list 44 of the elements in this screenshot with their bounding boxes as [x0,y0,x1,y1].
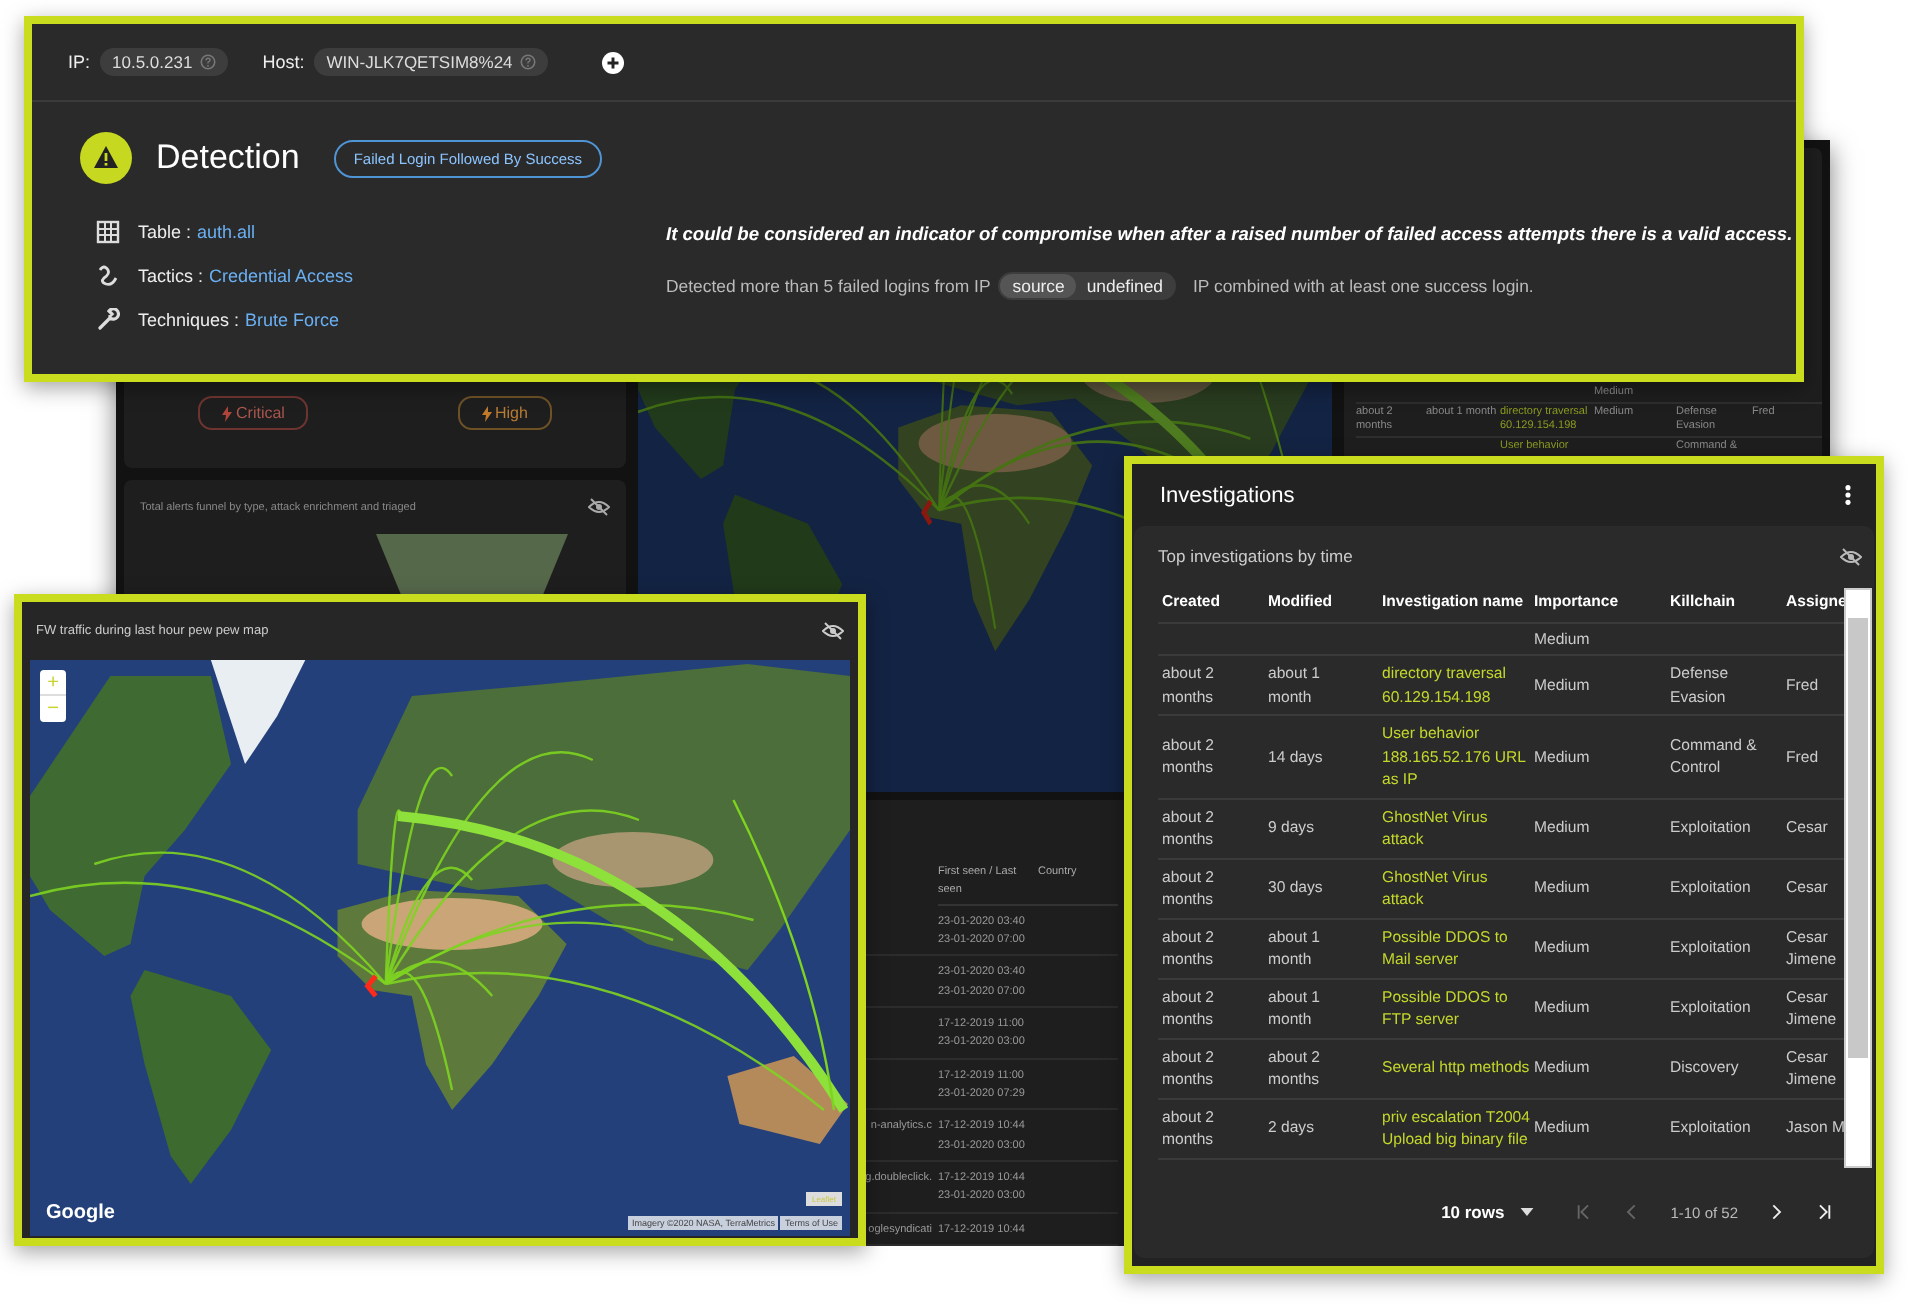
field-label: Table : [138,222,192,242]
severity-label: High [495,404,528,422]
ip-value: 10.5.0.231 [112,52,193,72]
caret-down-icon [1520,1208,1535,1216]
scrollbar-thumb[interactable] [1848,618,1868,1058]
hidden-eye-icon[interactable] [1840,547,1862,565]
field-label: Host: [262,52,305,72]
field-label: IP: [68,52,91,72]
rows-per-page-select[interactable]: 10 rows [1441,1202,1535,1222]
more-icon[interactable] [1844,484,1852,506]
lightning-icon [222,405,233,421]
hidden-eye-icon[interactable] [587,498,610,516]
field-label: Tactics : [138,266,204,286]
page-last-button[interactable] [1814,1202,1834,1222]
help-icon[interactable] [520,54,537,70]
detail-text: Detected more than 5 failed logins from IP [666,276,991,296]
detail-link[interactable]: Credential Access [209,266,354,286]
description-text: It could be considered an indicator of compromise when after a raised number of failed access attempts there is a valid access. [666,224,1795,244]
field-label: Techniques : [138,310,240,330]
chip-label: source [1000,274,1077,298]
chevron-left-icon [1624,1204,1641,1220]
lightning-icon [481,405,491,421]
panel-title: Detection [156,138,300,178]
squiggle-icon [96,264,120,288]
help-icon[interactable] [200,54,217,70]
add-button[interactable] [602,51,625,73]
chevron-right-icon [1768,1204,1784,1220]
grid-icon [96,220,120,244]
detail-link[interactable]: Brute Force [245,310,340,330]
first-page-icon [1576,1204,1593,1220]
wrench-icon [96,308,120,332]
severity-label: Critical [236,404,285,422]
panel-title: Investigations [1160,483,1295,507]
warning-icon [80,132,132,184]
chip-label: undefined [1086,276,1164,296]
detail-link[interactable]: auth.all [197,222,256,242]
plus-circle-icon [602,51,625,73]
hidden-eye-icon[interactable] [822,622,844,640]
detail-text: IP combined with at least one success login. [1193,276,1534,296]
scrollbar[interactable] [1844,588,1872,1168]
chart-title: Top investigations by time [1158,546,1353,566]
map-logo: Google [46,1202,115,1224]
host-value: WIN-JLK7QETSIM8%24 [326,52,513,72]
last-page-icon [1816,1204,1832,1220]
